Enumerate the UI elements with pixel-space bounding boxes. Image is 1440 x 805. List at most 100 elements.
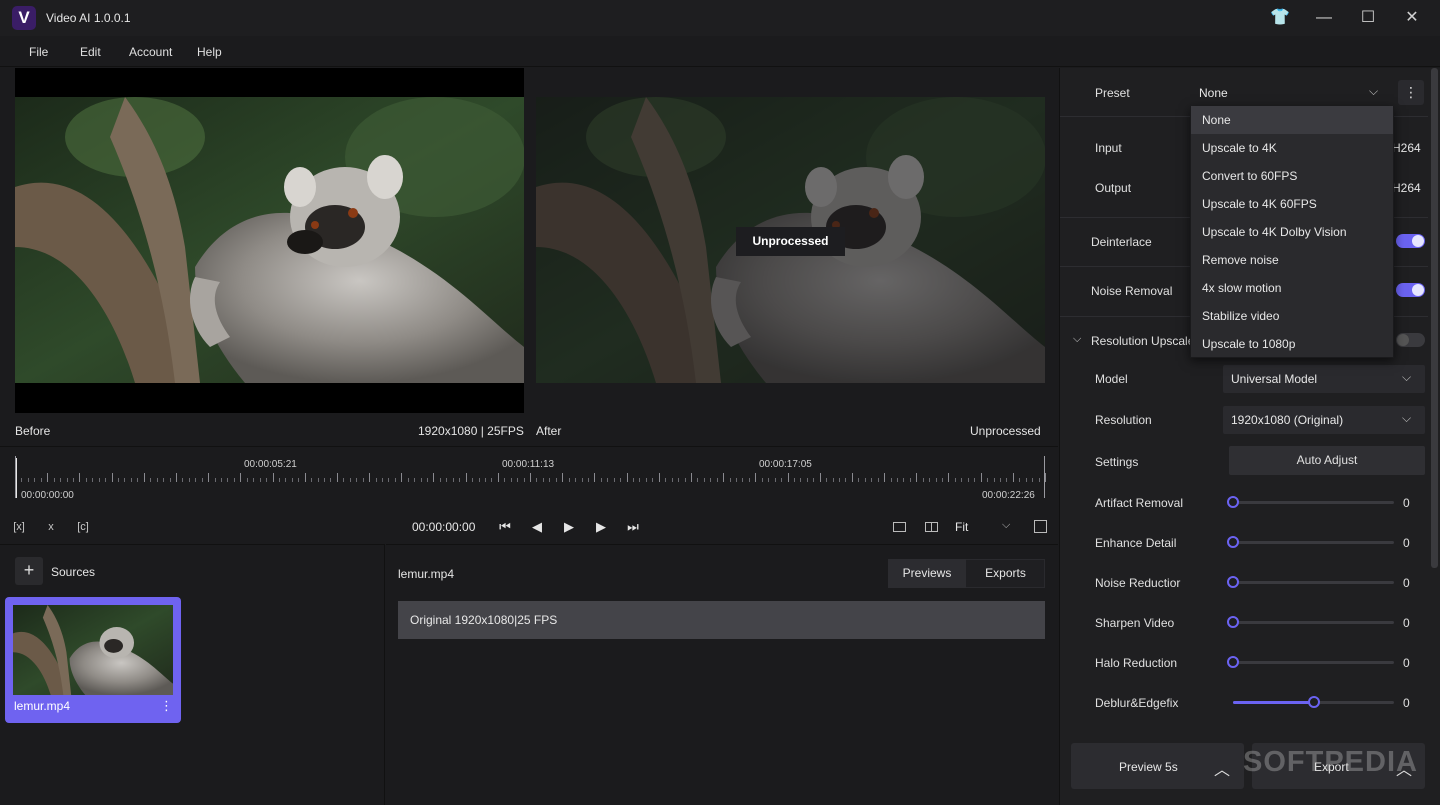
timeline-tick: [587, 478, 589, 482]
slider-knob[interactable]: [1307, 696, 1320, 708]
timeline-tick: [201, 478, 203, 482]
timeline-tick: [858, 478, 860, 482]
timeline-tick: [626, 473, 628, 482]
timeline-tick: [459, 478, 461, 482]
preset-option[interactable]: Remove noise: [1191, 246, 1393, 274]
chevron-down-icon[interactable]: ⌵: [1402, 411, 1411, 426]
timeline-tick: [845, 478, 847, 482]
tab-exports[interactable]: Exports: [966, 559, 1045, 588]
timeline-tick: [742, 478, 744, 482]
noise-removal-toggle[interactable]: [1396, 283, 1425, 297]
slider-knob[interactable]: [1227, 536, 1239, 548]
artifact-removal-slider[interactable]: [1233, 501, 1394, 504]
noise-reduction-slider[interactable]: [1233, 581, 1394, 584]
timeline-tick: [27, 478, 29, 482]
preset-option[interactable]: Upscale to 1080p: [1191, 330, 1393, 358]
preset-option[interactable]: 4x slow motion: [1191, 274, 1393, 302]
source-thumbnail[interactable]: [13, 605, 173, 695]
resolution-value: 1920x1080 (Original): [1231, 413, 1344, 427]
timeline-tick: [491, 478, 493, 482]
deinterlace-toggle[interactable]: [1396, 234, 1425, 248]
chevron-down-icon[interactable]: ⌵: [1073, 333, 1081, 346]
timeline-tick: [240, 473, 242, 482]
preset-option[interactable]: Upscale to 4K: [1191, 134, 1393, 162]
timeline-tick: [729, 478, 731, 482]
minimize-button[interactable]: —: [1312, 6, 1336, 30]
timeline-tick: [349, 478, 351, 482]
step-back-icon[interactable]: ◀: [528, 518, 546, 536]
split-view-icon[interactable]: [925, 522, 938, 532]
upscale-toggle[interactable]: [1396, 333, 1425, 347]
timeline-tick: [703, 478, 705, 482]
preset-option[interactable]: Upscale to 4K 60FPS: [1191, 190, 1393, 218]
menu-edit[interactable]: Edit: [80, 45, 101, 59]
preview-row[interactable]: Original 1920x1080|25 FPS: [398, 601, 1045, 639]
resolution-label: Resolution: [1095, 413, 1152, 427]
timeline-tick: [188, 478, 190, 482]
maximize-button[interactable]: ☐: [1356, 6, 1380, 30]
preset-option[interactable]: None: [1191, 106, 1393, 134]
more-vertical-icon[interactable]: ⋮: [160, 698, 173, 714]
timeline-tick: [652, 478, 654, 482]
skip-to-start-icon[interactable]: ⏮: [496, 518, 514, 536]
preset-option[interactable]: Stabilize video: [1191, 302, 1393, 330]
step-forward-icon[interactable]: ▶: [592, 518, 610, 536]
timeline-end-bracket[interactable]: [1044, 456, 1045, 498]
timeline-tick: [542, 478, 544, 482]
enhance-detail-slider[interactable]: [1233, 541, 1394, 544]
single-view-icon[interactable]: [893, 522, 906, 532]
slider-knob[interactable]: [1227, 576, 1239, 588]
zoom-select[interactable]: Fit: [955, 520, 968, 534]
output-label: Output: [1095, 181, 1132, 195]
slider-knob[interactable]: [1227, 496, 1239, 508]
timeline-tick: [916, 473, 918, 482]
timeline-tick: [761, 478, 763, 482]
timeline-tick: [221, 478, 222, 482]
chevron-up-icon[interactable]: ︿: [1214, 756, 1230, 780]
skip-to-end-icon[interactable]: ⏭: [624, 518, 642, 536]
close-button[interactable]: ✕: [1400, 6, 1424, 30]
menu-account[interactable]: Account: [129, 45, 172, 59]
timeline-tick: [1038, 478, 1040, 482]
chevron-down-icon[interactable]: ⌵: [1402, 370, 1411, 385]
chevron-down-icon[interactable]: ⌵: [1369, 84, 1378, 99]
more-vertical-icon[interactable]: ⋮: [1398, 80, 1424, 105]
timeline-tick: [175, 473, 177, 482]
menu-help[interactable]: Help: [197, 45, 222, 59]
timeline-tick: [304, 473, 306, 482]
slider-knob[interactable]: [1227, 656, 1239, 668]
before-info: 1920x1080 | 25FPS: [418, 424, 524, 438]
timeline-tick: [362, 478, 364, 482]
preset-option[interactable]: Convert to 60FPS: [1191, 162, 1393, 190]
auto-adjust-button[interactable]: Auto Adjust: [1229, 446, 1425, 475]
timeline-tick: [748, 478, 750, 482]
menu-file[interactable]: File: [29, 45, 48, 59]
split-icon[interactable]: x: [43, 519, 59, 535]
sharpen-video-slider[interactable]: [1233, 621, 1394, 624]
output-codec: H264: [1392, 181, 1421, 195]
timeline-tick: [1032, 478, 1034, 482]
crop-icon[interactable]: [c]: [75, 519, 91, 535]
app-logo: V: [12, 6, 36, 30]
before-video-frame[interactable]: [15, 68, 524, 413]
timeline-tick: [124, 478, 126, 482]
slider-knob[interactable]: [1227, 616, 1239, 628]
fullscreen-icon[interactable]: [1034, 520, 1047, 533]
play-icon[interactable]: ▶: [560, 518, 578, 536]
timeline-tick: [439, 478, 441, 482]
chevron-down-icon[interactable]: ⌵: [1002, 519, 1010, 532]
timeline-tick: [472, 478, 474, 482]
timeline-tick: [607, 478, 609, 482]
trim-start-icon[interactable]: [x]: [11, 519, 27, 535]
timeline-tick: [92, 478, 94, 482]
timeline-tick: [388, 478, 390, 482]
timeline-tick: [819, 473, 821, 482]
halo-reduction-slider[interactable]: [1233, 661, 1394, 664]
theme-shirt-icon[interactable]: 👕: [1268, 6, 1292, 30]
tab-previews[interactable]: Previews: [888, 559, 966, 588]
timeline-tick: [381, 478, 383, 482]
timeline-start-bracket[interactable]: [15, 456, 16, 498]
settings-scrollbar[interactable]: [1431, 68, 1438, 568]
preset-option[interactable]: Upscale to 4K Dolby Vision: [1191, 218, 1393, 246]
add-source-button[interactable]: +: [15, 557, 43, 585]
